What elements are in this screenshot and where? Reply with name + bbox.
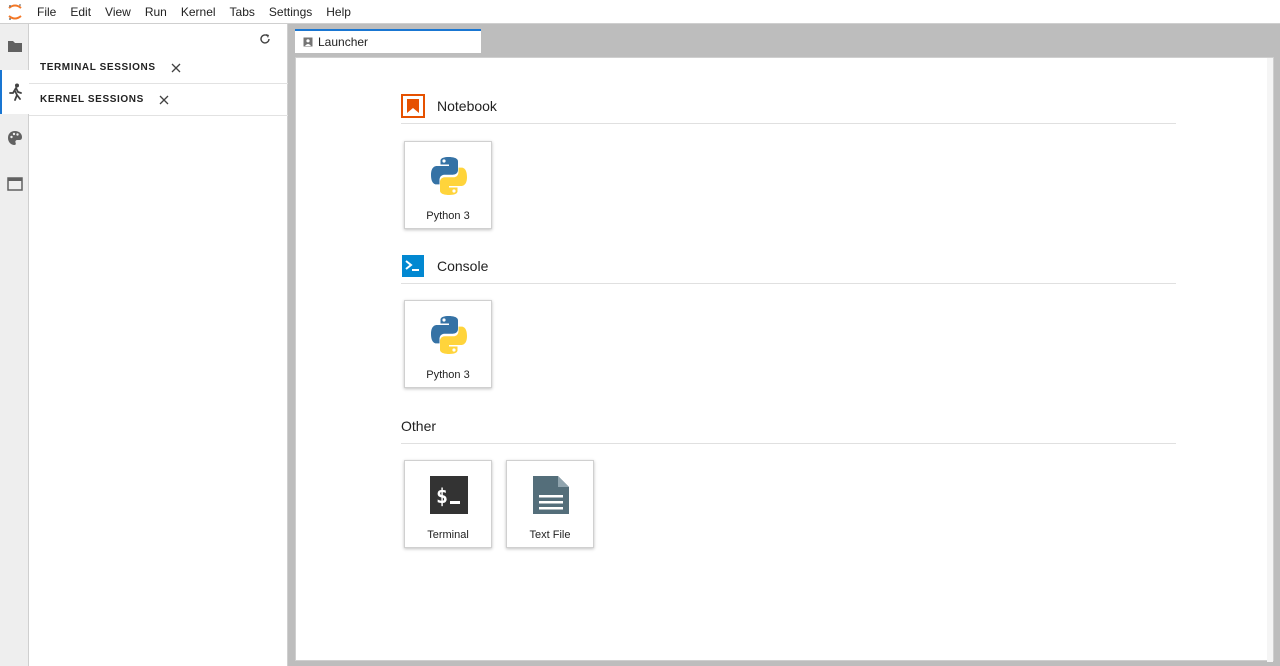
tab-launcher-label: Launcher (318, 35, 369, 49)
notebook-icon (401, 93, 425, 118)
launcher-scrollbar[interactable] (1267, 58, 1273, 662)
menu-file[interactable]: File (30, 0, 63, 24)
text-file-icon (529, 473, 573, 517)
refresh-icon (260, 34, 270, 44)
jupyter-logo-icon[interactable] (0, 0, 30, 24)
menu-kernel[interactable]: Kernel (174, 0, 223, 24)
terminal-sessions-header[interactable]: TERMINAL SESSIONS (29, 52, 288, 84)
close-terminal-sessions-button[interactable] (170, 62, 182, 74)
console-python3-card[interactable]: Python 3 (404, 300, 492, 388)
card-label: Python 3 (426, 369, 470, 381)
file-browser-button[interactable] (0, 24, 29, 68)
menu-view[interactable]: View (98, 0, 138, 24)
running-sessions-panel: TERMINAL SESSIONS KERNEL SESSIONS (29, 24, 288, 666)
refresh-button[interactable] (257, 31, 273, 47)
menu-help[interactable]: Help (319, 0, 358, 24)
close-kernel-sessions-button[interactable] (158, 94, 170, 106)
console-icon (401, 254, 425, 278)
running-sessions-button[interactable] (0, 70, 30, 114)
palette-icon (7, 131, 22, 145)
launcher-panel: Notebook Python 3 Console Python 3 Other… (295, 57, 1274, 662)
terminal-sessions-title: TERMINAL SESSIONS (40, 62, 156, 73)
close-icon (171, 63, 181, 72)
tab-bar: Launcher (288, 24, 1280, 53)
menu-settings[interactable]: Settings (262, 0, 319, 24)
folder-icon (7, 41, 22, 52)
jupyterlab-window: File Edit View Run Kernel Tabs Settings … (0, 0, 1280, 666)
menu-edit[interactable]: Edit (63, 0, 98, 24)
notebook-section-header: Notebook (401, 88, 1176, 124)
notebook-section-title: Notebook (437, 97, 497, 114)
running-icon (9, 83, 22, 101)
main-dock-area: Launcher Notebook Python 3 Console Pytho… (288, 24, 1280, 666)
property-inspector-button[interactable] (0, 116, 29, 160)
activity-bar (0, 24, 30, 666)
other-section-header: Other (401, 408, 1176, 444)
kernel-sessions-title: KERNEL SESSIONS (40, 94, 144, 105)
svg-text:$: $ (436, 484, 448, 508)
tabs-icon (6, 177, 23, 191)
menu-run[interactable]: Run (138, 0, 174, 24)
notebook-python3-card[interactable]: Python 3 (404, 141, 492, 229)
card-label: Terminal (427, 529, 469, 541)
menu-tabs[interactable]: Tabs (223, 0, 262, 24)
console-section-title: Console (437, 257, 489, 274)
terminal-icon: $ (427, 473, 471, 517)
card-label: Text File (529, 529, 571, 541)
close-icon (159, 95, 169, 104)
console-section-header: Console (401, 248, 1176, 284)
terminal-card[interactable]: $ Terminal (404, 460, 492, 548)
python-icon (427, 313, 471, 357)
menu-bar: File Edit View Run Kernel Tabs Settings … (0, 0, 1280, 24)
text-file-card[interactable]: Text File (506, 460, 594, 548)
tabs-panel-button[interactable] (0, 162, 29, 206)
python-icon (427, 154, 471, 198)
kernel-sessions-header[interactable]: KERNEL SESSIONS (29, 84, 288, 116)
launcher-icon (303, 37, 313, 47)
card-label: Python 3 (426, 210, 470, 222)
other-section-title: Other (401, 417, 437, 434)
tab-launcher[interactable]: Launcher (295, 29, 481, 53)
